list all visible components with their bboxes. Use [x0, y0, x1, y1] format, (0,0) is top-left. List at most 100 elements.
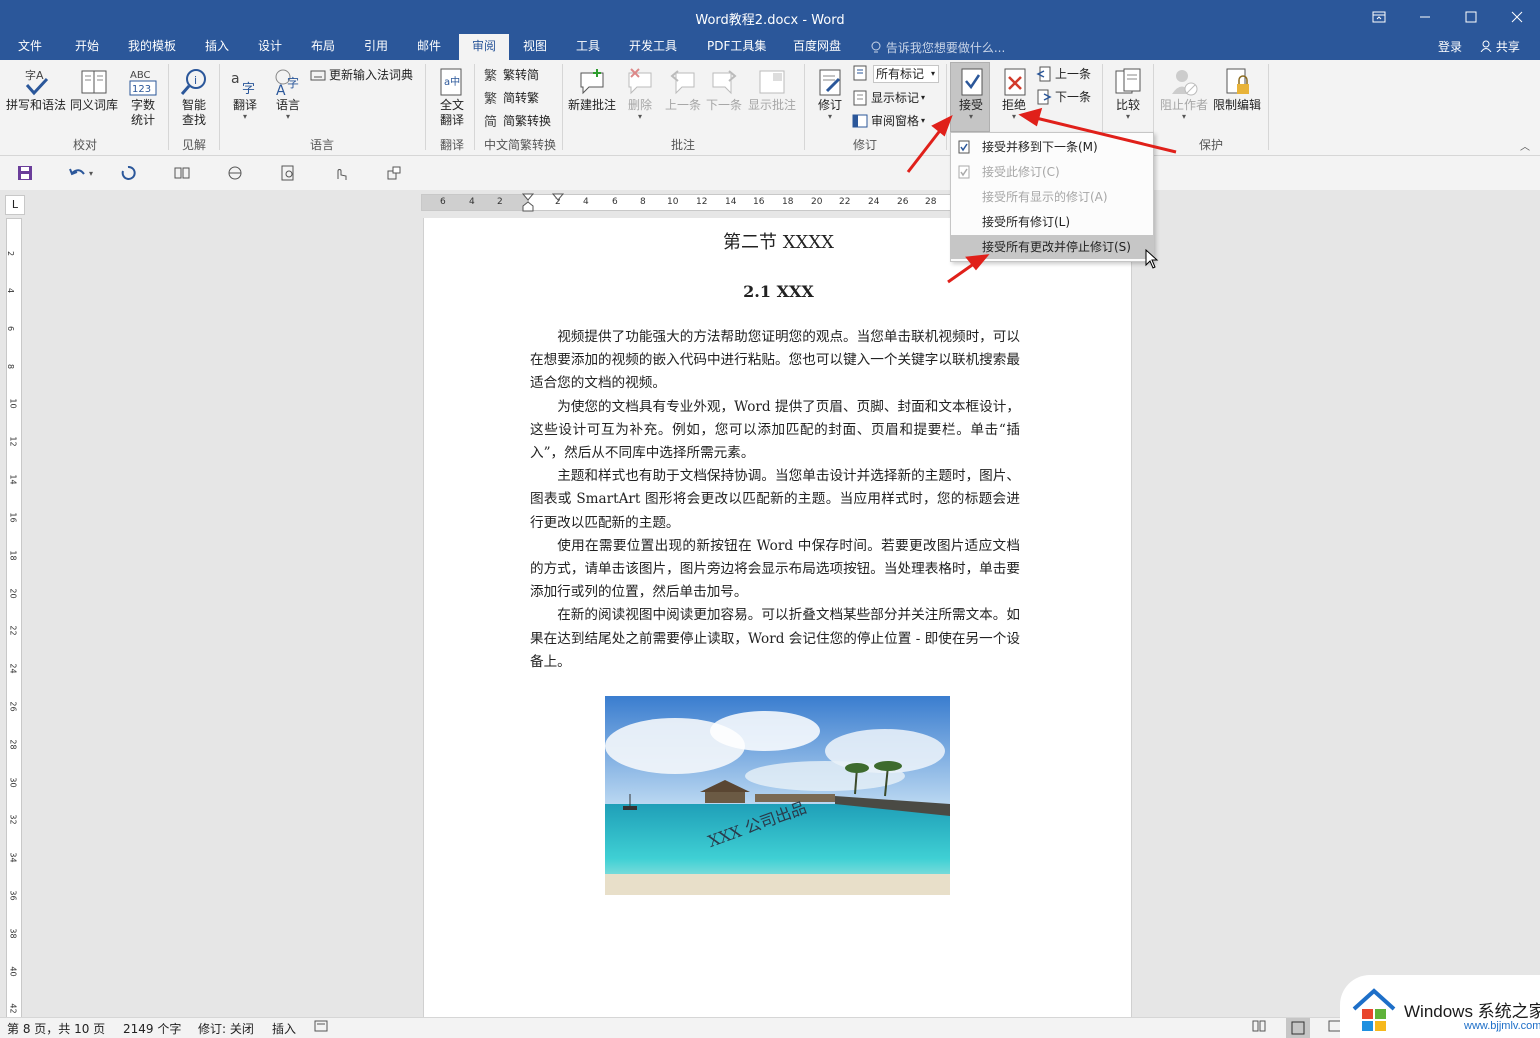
redo-icon[interactable]: [118, 163, 138, 183]
macro-icon[interactable]: [314, 1020, 328, 1035]
print-layout-status-icon[interactable]: [1286, 1018, 1310, 1038]
tab-references[interactable]: 引用: [356, 34, 396, 60]
tab-pdf-tools[interactable]: PDF工具集: [699, 34, 774, 60]
new-comment-button[interactable]: 新建批注: [568, 66, 616, 113]
spelling-label: 拼写和语法: [6, 98, 67, 112]
svg-text:繁: 繁: [484, 68, 497, 83]
close-button[interactable]: [1494, 0, 1540, 34]
markup-select[interactable]: 所有标记 ▾: [873, 65, 939, 83]
track-label: 修订: [817, 98, 842, 112]
menu-item-accept-this[interactable]: 接受此修订(C): [951, 160, 1153, 184]
beach-photo[interactable]: XXX 公司出品: [605, 696, 950, 895]
prev-change-button[interactable]: 上一条: [1036, 65, 1091, 82]
tab-insert[interactable]: 插入: [197, 34, 237, 60]
svg-text:a中: a中: [444, 75, 460, 88]
trad-to-simp-button[interactable]: 繁 繁转简: [484, 66, 539, 83]
ribbon-display-options-icon[interactable]: [1356, 0, 1402, 34]
delete-label: 删除: [627, 98, 652, 112]
menu-item-accept-all-shown[interactable]: 接受所有显示的修订(A): [951, 185, 1153, 209]
reject-button[interactable]: 拒绝 ▾: [998, 66, 1030, 121]
minimize-button[interactable]: [1402, 0, 1448, 34]
first-line-indent-icon[interactable]: [552, 193, 566, 205]
accept-check-icon: [955, 66, 987, 98]
tab-design[interactable]: 设计: [250, 34, 290, 60]
show-comments-button[interactable]: 显示批注: [748, 66, 796, 113]
spelling-grammar-button[interactable]: 字A 拼写和语法: [6, 66, 66, 113]
page-indicator[interactable]: 第 8 页，共 10 页: [7, 1020, 105, 1037]
share-label: 共享: [1495, 40, 1520, 54]
site-watermark: Windows 系统之家 www.bjjmlv.com: [1340, 975, 1540, 1038]
track-status[interactable]: 修订: 关闭: [198, 1020, 254, 1037]
vertical-ruler[interactable]: 2 4 6 8 10 12 14 16 18 20 22 24 26 28 30…: [6, 218, 22, 1018]
save-icon[interactable]: [15, 163, 35, 183]
tab-tools[interactable]: 工具: [568, 34, 608, 60]
delete-comment-button[interactable]: 删除 ▾: [624, 66, 656, 121]
insert-mode[interactable]: 插入: [272, 1020, 296, 1037]
simp-to-trad-button[interactable]: 繁 简转繁: [484, 89, 539, 106]
thesaurus-button[interactable]: 同义词库: [70, 66, 118, 113]
smart-lookup-button[interactable]: i 智能 查找: [178, 66, 210, 128]
translate-button[interactable]: a字 翻译 ▾: [229, 66, 261, 121]
next-change-button[interactable]: 下一条: [1036, 88, 1091, 105]
maximize-button[interactable]: [1448, 0, 1494, 34]
tab-selector[interactable]: L: [5, 195, 25, 215]
tab-baidu-netdisk[interactable]: 百度网盘: [785, 34, 849, 60]
menu-item-accept-move-next[interactable]: 接受并移到下一条(M): [951, 135, 1153, 159]
tell-me-box[interactable]: 告诉我您想要做什么...: [870, 39, 1005, 56]
paragraph: 使用在需要位置出现的新按钮在 Word 中保存时间。若要更改图片适应文档的方式，…: [530, 537, 1020, 601]
read-mode-status-icon[interactable]: [1252, 1020, 1266, 1035]
tab-mailings[interactable]: 邮件: [409, 34, 449, 60]
tab-my-templates[interactable]: 我的模板: [120, 34, 184, 60]
update-ime-dict-button[interactable]: 更新输入法词典: [310, 66, 413, 83]
show-markup-button[interactable]: 显示标记 ▾: [852, 89, 925, 106]
menu-item-accept-all[interactable]: 接受所有修订(L): [951, 210, 1153, 234]
accept-button[interactable]: 接受 ▾: [955, 66, 987, 121]
undo-icon[interactable]: ▾: [65, 163, 99, 183]
customize-toolbar-icon[interactable]: [384, 163, 404, 183]
word-count-indicator[interactable]: 2149 个字: [123, 1020, 181, 1037]
tab-view[interactable]: 视图: [515, 34, 555, 60]
prev-change-label: 上一条: [1055, 67, 1092, 81]
menu-item-accept-all-stop[interactable]: 接受所有更改并停止修订(S): [951, 235, 1153, 259]
svg-text:ABC: ABC: [130, 70, 151, 81]
tab-file[interactable]: 文件: [10, 34, 50, 60]
track-changes-button[interactable]: 修订 ▾: [814, 66, 846, 121]
collapse-ribbon-icon[interactable]: ︿: [1520, 138, 1530, 153]
restrict-editing-button[interactable]: 限制编辑: [1213, 66, 1261, 113]
paragraph: 主题和样式也有助于文档保持协调。当您单击设计并选择新的主题时，图片、图表或 Sm…: [530, 468, 1020, 531]
smart-lookup-label-1: 智能: [181, 98, 206, 112]
new-comment-icon: [576, 66, 608, 98]
share-button[interactable]: 共享: [1480, 38, 1520, 55]
tab-home[interactable]: 开始: [67, 34, 107, 60]
paragraph: 在新的阅读视图中阅读更加容易。可以折叠文档某些部分并关注所需文本。如果在达到结尾…: [530, 607, 1020, 670]
document-translate-icon: a中: [436, 66, 468, 98]
group-tracking: 修订: [852, 138, 877, 152]
tab-review[interactable]: 审阅: [459, 34, 509, 60]
word-count-label-1: 字数: [130, 98, 155, 112]
full-translate-button[interactable]: a中 全文 翻译: [436, 66, 468, 128]
reject-label: 拒绝: [1001, 98, 1026, 112]
login-link[interactable]: 登录: [1438, 38, 1462, 55]
next-comment-button[interactable]: 下一条: [706, 66, 742, 113]
prev-comment-button[interactable]: 上一条: [665, 66, 701, 113]
web-layout-icon[interactable]: [225, 163, 245, 183]
language-button[interactable]: A字 语言 ▾: [272, 66, 304, 121]
word-count-label-2: 统计: [130, 113, 155, 127]
convert-icon: 简: [484, 113, 500, 129]
lightbulb-icon: [870, 41, 886, 55]
document-page[interactable]: 第二节 XXXX 2.1 XXX 视频提供了功能强大的方法帮助您证明您的观点。当…: [423, 218, 1132, 1018]
block-authors-button[interactable]: 阻止作者 ▾: [1160, 66, 1208, 121]
conv-trad-button[interactable]: 简 简繁转换: [484, 112, 551, 129]
word-count-button[interactable]: ABC 123 字数 统计: [127, 66, 159, 128]
body-text: 视频提供了功能强大的方法帮助您证明您的观点。当您单击联机视频时，可以在想要添加的…: [530, 326, 1020, 674]
tab-developer[interactable]: 开发工具: [621, 34, 685, 60]
compare-button[interactable]: 比较 ▾: [1112, 66, 1144, 121]
print-preview-icon[interactable]: [278, 163, 298, 183]
tab-layout[interactable]: 布局: [303, 34, 343, 60]
touch-mode-icon[interactable]: [331, 163, 351, 183]
review-pane-button[interactable]: 审阅窗格 ▾: [852, 112, 925, 129]
svg-text:字: 字: [287, 75, 299, 90]
indent-marker-icon[interactable]: [522, 193, 536, 213]
next-change-icon: [1036, 89, 1052, 105]
read-mode-icon[interactable]: [172, 163, 192, 183]
